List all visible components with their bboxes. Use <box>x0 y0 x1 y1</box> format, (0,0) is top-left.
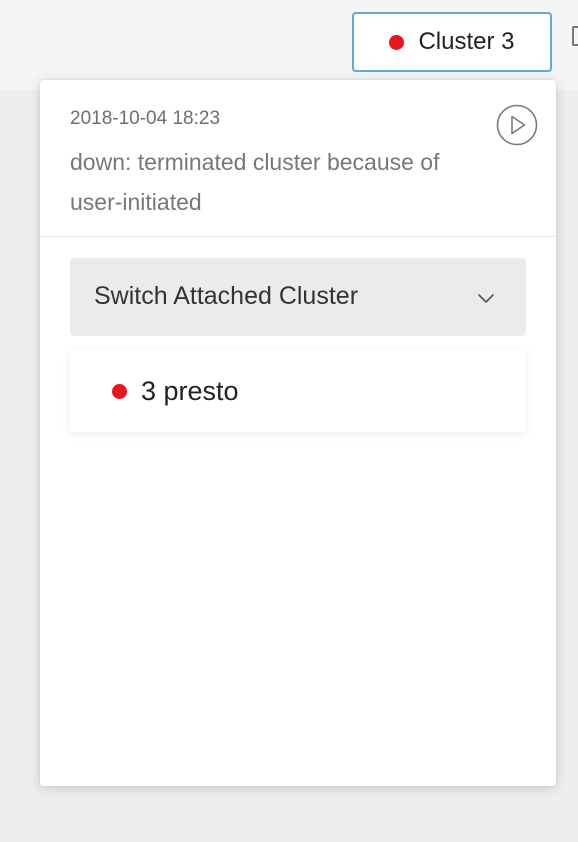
cluster-selector-button[interactable]: Cluster 3 <box>352 12 552 72</box>
cluster-status-dot <box>389 34 405 50</box>
notebook-icon[interactable] <box>572 26 578 46</box>
cluster-option[interactable]: 3 presto <box>70 350 526 432</box>
cluster-status-header: 2018-10-04 18:23 down: terminated cluste… <box>40 80 556 237</box>
status-timestamp: 2018-10-04 18:23 <box>70 108 221 129</box>
play-circle-icon[interactable] <box>496 104 538 146</box>
cluster-option-label: 3 presto <box>141 375 239 406</box>
cluster-option-status-dot <box>112 383 127 399</box>
switch-dropdown-label: Switch Attached Cluster <box>94 282 359 310</box>
status-message: down: terminated cluster because of user… <box>70 149 440 215</box>
cluster-options-list: 3 presto <box>70 350 526 432</box>
chevron-down-icon <box>476 288 496 308</box>
cluster-popover: 2018-10-04 18:23 down: terminated cluste… <box>40 80 556 786</box>
cluster-selector-label: Cluster 3 <box>418 28 515 55</box>
switch-attached-cluster-dropdown[interactable]: Switch Attached Cluster <box>70 258 526 336</box>
